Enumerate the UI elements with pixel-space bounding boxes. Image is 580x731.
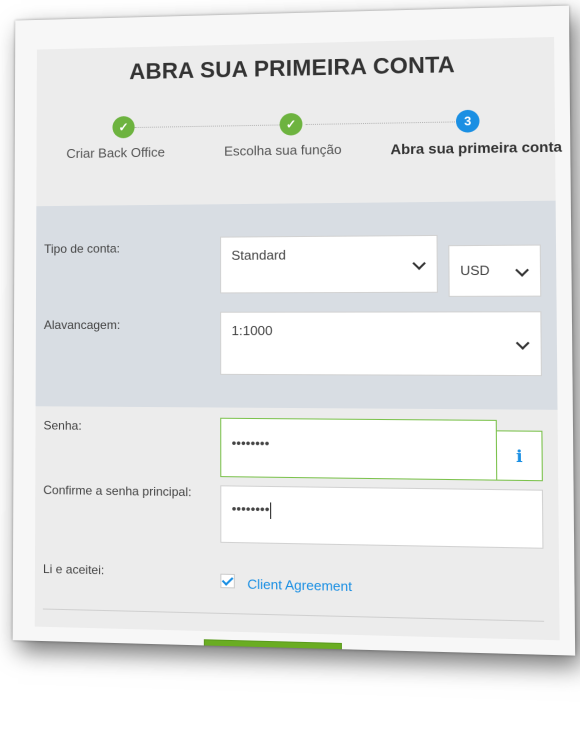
password-label: Senha: [43,418,82,433]
account-type-select[interactable]: Standard [220,234,438,294]
divider [42,608,545,622]
leverage-select[interactable]: 1:1000 [220,311,542,377]
account-type-value: Standard [231,247,286,263]
step-connector [305,121,455,126]
info-icon[interactable]: i [495,430,543,482]
account-card: ABRA SUA PRIMEIRA CONTA ✓ Criar Back Off… [12,5,576,656]
client-agreement-link[interactable]: Client Agreement [247,576,352,594]
account-settings-section: Tipo de conta: Standard USD Alavancagem:… [35,200,558,410]
step-3-label: Abra sua primeira conta [390,138,562,158]
step-1-check-icon: ✓ [112,116,135,139]
text-cursor [270,502,272,519]
step-connector [134,124,280,129]
form-panel: ABRA SUA PRIMEIRA CONTA ✓ Criar Back Off… [34,36,562,656]
account-type-label: Tipo de conta: [44,241,120,256]
leverage-value: 1:1000 [231,322,273,339]
confirm-password-value: •••••••• [231,500,270,517]
step-1-label: Criar Back Office [66,144,165,162]
page-title: ABRA SUA PRIMEIRA CONTA [129,51,455,85]
step-3-number: 3 [455,109,480,133]
confirm-password-label: Confirme a senha principal: [43,482,192,500]
step-2-check-icon: ✓ [279,112,303,136]
open-account-button[interactable]: Abrir conta [203,639,343,656]
chevron-down-icon [515,263,529,277]
step-2-label: Escolha sua função [224,141,342,159]
password-value: •••••••• [231,435,270,451]
stage: ABRA SUA PRIMEIRA CONTA ✓ Criar Back Off… [0,0,580,731]
currency-select[interactable]: USD [448,244,542,297]
credentials-section: Senha: •••••••• i Confirme a senha princ… [34,406,560,656]
currency-value: USD [460,262,490,279]
confirm-password-field[interactable]: •••••••• [220,485,544,549]
agreement-checkbox-checked-icon[interactable] [220,573,235,589]
agreement-label: Li e aceitei: [42,561,105,578]
chevron-down-icon [412,256,426,270]
chevron-down-icon [515,336,530,350]
password-field[interactable]: •••••••• [220,417,498,481]
progress-steps: ✓ Criar Back Office ✓ Escolha sua função… [36,103,562,192]
leverage-label: Alavancagem: [43,317,121,333]
